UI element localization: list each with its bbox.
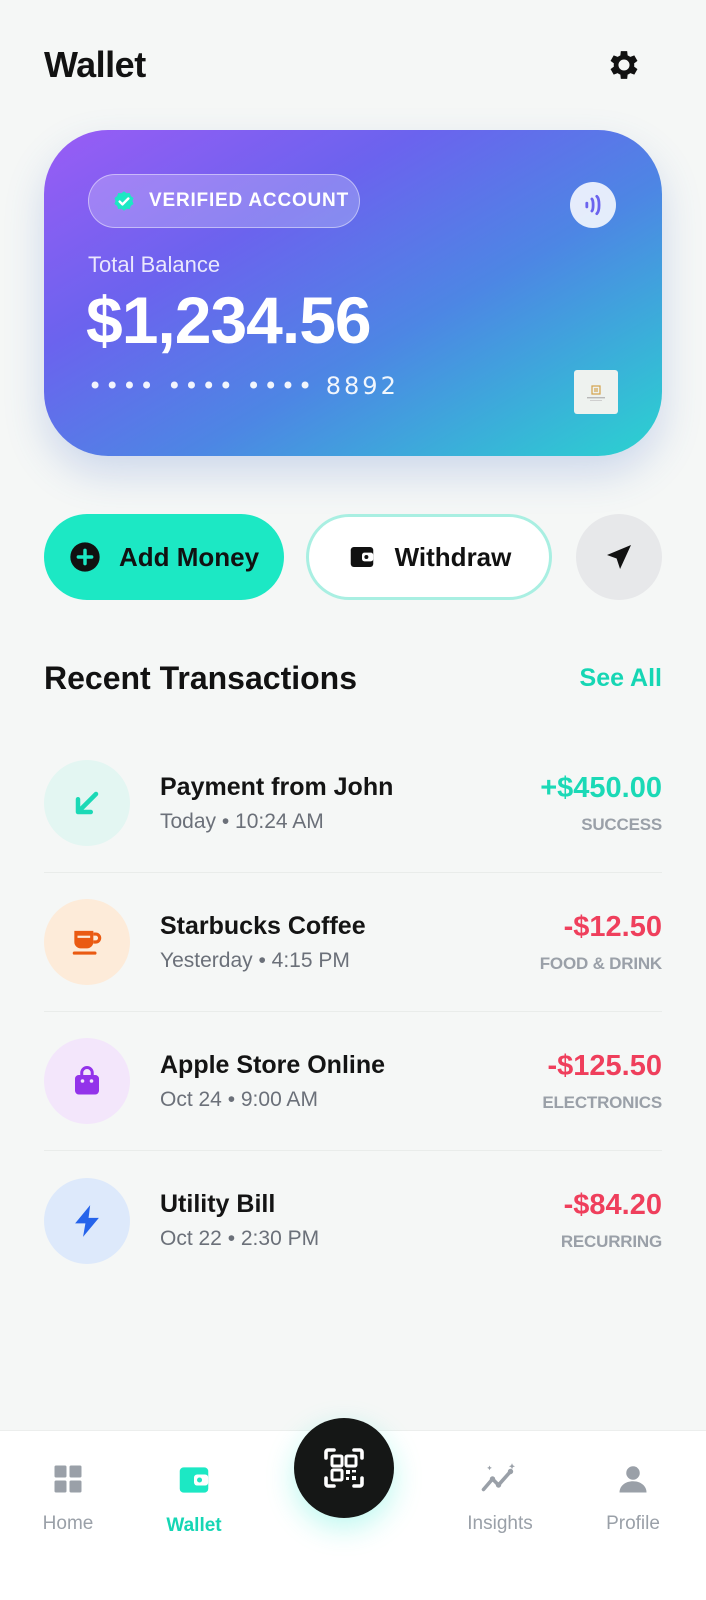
scan-qr-button[interactable]: [294, 1418, 394, 1518]
nav-profile-label: Profile: [606, 1513, 660, 1534]
transaction-name: Payment from John: [160, 772, 394, 801]
nav-insights-label: Insights: [467, 1513, 533, 1534]
see-all-link[interactable]: See All: [580, 664, 662, 693]
transaction-amount: +$450.00: [540, 771, 662, 804]
transaction-info: Payment from John Today • 10:24 AM: [160, 773, 540, 834]
nav-wallet[interactable]: Wallet: [139, 1461, 249, 1537]
card-number: •••• •••• •••• 8892: [88, 372, 399, 400]
transaction-amount: -$12.50: [563, 910, 662, 943]
transaction-list: Payment from John Today • 10:24 AM +$450…: [44, 734, 662, 1290]
trend-sparkle-icon: [481, 1463, 515, 1492]
transaction-info: Starbucks Coffee Yesterday • 4:15 PM: [160, 912, 540, 973]
transaction-name: Utility Bill: [160, 1190, 276, 1218]
transactions-header: Recent Transactions See All: [44, 660, 662, 697]
withdraw-label: Withdraw: [394, 541, 512, 572]
transaction-amount-block: -$12.50 FOOD & DRINK: [540, 911, 662, 974]
transaction-row[interactable]: Utility Bill Oct 22 • 2:30 PM -$84.20 RE…: [44, 1151, 662, 1290]
transaction-name: Starbucks Coffee: [160, 911, 366, 940]
send-arrow-icon: [607, 545, 631, 569]
transaction-icon-wrap: [44, 760, 130, 846]
transaction-category: RECURRING: [560, 1232, 662, 1251]
arrow-down-left-icon: [75, 791, 99, 815]
transaction-amount: -$125.50: [547, 1049, 663, 1082]
transaction-icon-wrap: [44, 1177, 130, 1264]
transaction-row[interactable]: Starbucks Coffee Yesterday • 4:15 PM -$1…: [44, 873, 662, 1012]
wallet-icon: [350, 547, 373, 567]
section-title: Recent Transactions: [44, 660, 357, 696]
qr-code-icon: [324, 1448, 364, 1488]
lightning-icon: [75, 1204, 99, 1237]
transaction-time: Oct 24 • 9:00 AM: [160, 1087, 318, 1111]
plus-circle-icon: [70, 542, 100, 572]
transaction-icon-wrap: [44, 899, 130, 985]
wallet-icon: [179, 1467, 209, 1493]
verified-label: VERIFIED ACCOUNT: [149, 190, 349, 211]
transaction-status: SUCCESS: [581, 814, 662, 834]
transaction-info: Utility Bill Oct 22 • 2:30 PM: [160, 1190, 561, 1251]
transaction-time: Oct 22 • 2:30 PM: [160, 1227, 320, 1250]
transaction-row[interactable]: Apple Store Online Oct 24 • 9:00 AM -$12…: [44, 1012, 662, 1151]
balance-amount: $1,234.56: [86, 283, 372, 357]
nav-home-label: Home: [42, 1513, 94, 1534]
transaction-category: ELECTRONICS: [542, 1092, 662, 1112]
gear-icon: [610, 51, 638, 79]
transaction-icon-wrap: [44, 1038, 130, 1124]
transaction-amount-block: -$125.50 ELECTRONICS: [542, 1050, 662, 1113]
send-button[interactable]: [576, 514, 662, 600]
verified-check-icon: [114, 191, 134, 211]
contactless-button[interactable]: [570, 182, 616, 228]
page-title: Wallet: [44, 44, 146, 85]
transaction-time: Today • 10:24 AM: [160, 809, 324, 833]
settings-button[interactable]: [602, 43, 646, 87]
nav-home[interactable]: Home: [13, 1461, 123, 1535]
card-logo-icon: [587, 385, 605, 401]
add-money-button[interactable]: Add Money: [44, 514, 284, 600]
balance-card[interactable]: VERIFIED ACCOUNT Total Balance $1,234.56…: [44, 130, 662, 456]
nav-insights[interactable]: Insights: [445, 1461, 555, 1535]
withdraw-button[interactable]: Withdraw: [306, 514, 552, 600]
coffee-icon: [72, 930, 102, 955]
action-bar: Add Money Withdraw: [44, 514, 662, 600]
card-brand-logo: [574, 370, 618, 414]
verified-badge: VERIFIED ACCOUNT: [88, 174, 360, 228]
add-money-label: Add Money: [118, 541, 260, 572]
shopping-bag-icon: [75, 1066, 99, 1095]
transaction-info: Apple Store Online Oct 24 • 9:00 AM: [160, 1051, 542, 1112]
nav-profile[interactable]: Profile: [578, 1461, 688, 1535]
transaction-row[interactable]: Payment from John Today • 10:24 AM +$450…: [44, 734, 662, 873]
transaction-amount-block: +$450.00 SUCCESS: [540, 772, 662, 835]
contactless-icon: [585, 194, 601, 216]
balance-label: Total Balance: [88, 252, 221, 277]
nav-wallet-label: Wallet: [166, 1515, 222, 1536]
person-icon: [619, 1466, 647, 1493]
transaction-name: Apple Store Online: [160, 1050, 386, 1079]
transaction-amount: -$84.20: [563, 1189, 662, 1221]
transaction-amount-block: -$84.20 RECURRING: [561, 1189, 662, 1252]
header: Wallet: [44, 40, 646, 90]
grid-icon: [54, 1465, 82, 1493]
transaction-time: Yesterday • 4:15 PM: [160, 948, 350, 972]
transaction-category: FOOD & DRINK: [539, 953, 662, 973]
